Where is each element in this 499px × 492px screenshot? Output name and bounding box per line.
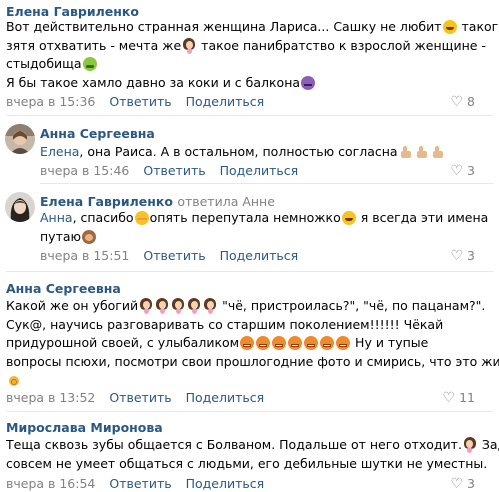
comment-author[interactable]: Анна Сергеевна [40,126,155,141]
divider [6,271,493,272]
thumb-emoji-icon [399,145,413,159]
comment-line: путаю [40,228,488,247]
comment-text: Вот действительно странная женщина Ларис… [6,18,499,92]
reply-button[interactable]: Ответить [109,476,171,491]
divider [40,183,493,184]
comment-line: Я бы такое хамло давно за коки и с балко… [6,74,499,93]
comment-time[interactable]: вчера в 15:36 [6,94,95,109]
avatar[interactable] [5,192,35,222]
woman-emoji-icon [203,298,217,313]
comment-text: Елена, она Раиса. А в остальном, полност… [40,143,446,162]
like-button[interactable]: ♡ 3 [450,163,475,179]
share-button[interactable]: Поделиться [186,390,265,405]
woman-emoji-icon [182,37,196,53]
share-button[interactable]: Поделиться [220,248,299,263]
angry-emoji-icon [304,336,319,350]
angry-emoji-icon [256,336,271,350]
comment-line: Вот действительно странная женщина Ларис… [6,19,499,34]
comment-line: придурошной своей, с улыбаликом Ну и туп… [6,335,429,350]
author-name[interactable]: Елена Гавриленко [40,194,173,209]
heart-icon: ♡ [450,94,464,110]
smile-emoji-icon [442,20,457,34]
like-count: 8 [467,94,475,109]
like-count: 3 [467,163,475,178]
comment-line: Анна, спасибо опять перепутала немножко я… [40,210,489,225]
like-button[interactable]: ♡ 8 [450,94,475,110]
woman-emoji-icon [187,298,201,313]
comment-time[interactable]: вчера в 16:54 [6,476,95,491]
comment-line: зятя отхватить - мечта же такое панибрат… [6,37,486,53]
reply-button[interactable]: Ответить [109,94,171,109]
comment-author[interactable]: Елена Гавриленко [6,4,139,19]
comment-meta: вчера в 13:52 Ответить Поделиться [6,390,264,405]
divider [6,115,493,116]
comment-author[interactable]: Анна Сергеевна [6,281,121,296]
woman-emoji-icon [155,298,169,313]
share-button[interactable]: Поделиться [220,163,299,178]
ok-emoji-icon [7,372,21,387]
like-button[interactable]: ♡ 11 [443,390,475,406]
comment-meta: вчера в 15:36 Ответить Поделиться [6,94,264,109]
comment-line: Сук@, научись разговаривать со старшим п… [6,316,444,332]
mention-link[interactable]: Елена [40,144,79,159]
like-count: 3 [467,248,475,263]
comment-text: Анна, спасибо опять перепутала немножко я… [40,209,488,246]
comment-text: Какой же он убогий "чё, пристроилась?", … [6,297,499,390]
comment-line [6,371,499,390]
comment-author[interactable]: Мирослава Миронова [6,420,163,435]
share-button[interactable]: Поделиться [186,94,265,109]
comment-line: вопросы псюхи, посмотри свои прошлогодни… [6,353,499,369]
reply-button[interactable]: Ответить [109,390,171,405]
reply-to-label[interactable]: ответила Анне [177,194,275,209]
comment-meta: вчера в 16:54 Ответить Поделиться [6,476,264,491]
woman-emoji-icon [139,298,153,313]
angry-emoji-icon [272,336,287,350]
sick-emoji-icon [82,57,97,71]
heart-icon: ♡ [450,248,464,264]
heart-icon: ♡ [442,390,456,406]
comment-time[interactable]: вчера в 15:51 [40,248,129,263]
comment-line: Теща сквозь зубы общается с Болваном. По… [6,437,499,452]
avatar[interactable] [5,124,35,154]
comment-line: стыдобища [6,55,499,74]
heart-icon: ♡ [450,476,464,492]
share-button[interactable]: Поделиться [186,476,265,491]
heart-icon: ♡ [450,163,464,179]
comment-meta: вчера в 15:46 Ответить Поделиться [40,163,298,178]
comment-meta: вчера в 15:51 Ответить Поделиться [40,248,298,263]
woman-emoji-icon [171,298,185,313]
comment-text: Теща сквозь зубы общается с Болваном. По… [6,436,499,473]
smile-emoji-icon [341,211,356,225]
comment-author[interactable]: Елена Гавриленко ответила Анне [40,194,275,209]
comment-line: Елена, она Раиса. А в остальном, полност… [40,143,446,162]
comment-time[interactable]: вчера в 13:52 [6,390,95,405]
like-button[interactable]: ♡ 3 [450,476,475,492]
blush-emoji-icon [134,211,149,225]
angry-emoji-icon [240,336,255,350]
angry-emoji-icon [320,336,335,350]
divider [6,411,493,412]
comment-line: Какой же он убогий "чё, пристроилась?", … [6,298,486,313]
like-count: 3 [467,476,475,491]
monkey-emoji-icon [82,229,97,244]
like-count: 11 [459,390,475,405]
comment-time[interactable]: вчера в 15:46 [40,163,129,178]
woman-emoji-icon [463,437,477,452]
devil-emoji-icon [301,75,316,90]
thumb-emoji-icon [431,145,445,159]
thumb-emoji-icon [415,145,429,159]
mention-link[interactable]: Анна [40,210,73,225]
comment-line: совсем не умеет общаться с людьми, его д… [6,455,488,471]
angry-emoji-icon [288,336,303,350]
reply-button[interactable]: Ответить [143,248,205,263]
like-button[interactable]: ♡ 3 [450,248,475,264]
reply-button[interactable]: Ответить [143,163,205,178]
angry-emoji-icon [336,336,351,350]
